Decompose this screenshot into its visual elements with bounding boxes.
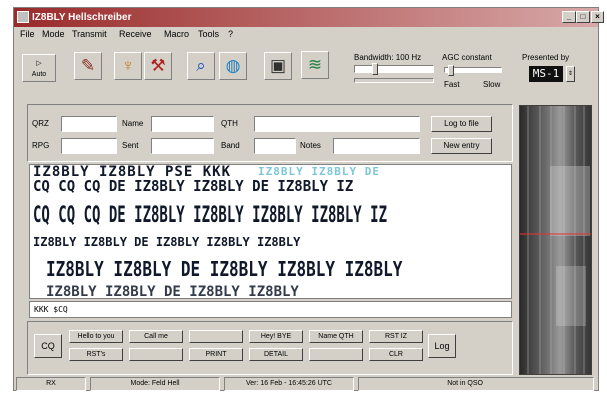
rpg-field[interactable] <box>61 138 117 154</box>
menu-mode[interactable]: Mode <box>42 29 65 39</box>
menu-bar: File Mode Transmit Receive Macro Tools ? <box>14 28 598 42</box>
macro-detail[interactable]: DETAIL <box>249 348 303 361</box>
menu-file[interactable]: File <box>20 29 35 39</box>
window-title: IZ8BLY Hellschreiber <box>32 12 132 23</box>
camera-icon[interactable]: ▣ <box>264 52 292 80</box>
receive-line-6: IZ8BLY IZ8BLY DE IZ8BLY IZ8BLY <box>46 284 299 299</box>
receive-line-1-overlay: IZ8BLY IZ8BLY DE <box>258 165 380 178</box>
macro-slot-11[interactable] <box>309 348 363 361</box>
notes-field[interactable] <box>333 138 420 154</box>
menu-help[interactable]: ? <box>228 29 233 39</box>
bandwidth-slider[interactable] <box>354 65 434 73</box>
qth-label: QTH <box>221 119 238 128</box>
receive-area[interactable]: IZ8BLY IZ8BLY PSE KKK IZ8BLY IZ8BLY DE C… <box>29 164 512 299</box>
menu-receive[interactable]: Receive <box>119 29 152 39</box>
preset-display: MS-1 <box>529 66 563 82</box>
qth-field[interactable] <box>254 116 420 132</box>
menu-macro[interactable]: Macro <box>164 29 189 39</box>
menu-transmit[interactable]: Transmit <box>72 29 107 39</box>
auto-label: Auto <box>31 71 47 78</box>
bandwidth-label: Bandwidth: 100 Hz <box>354 53 422 62</box>
sent-field[interactable] <box>151 138 214 154</box>
waterfall-display[interactable] <box>519 105 592 375</box>
maximize-button[interactable]: □ <box>576 11 590 23</box>
rpg-label: RPG <box>32 141 50 150</box>
cq-button[interactable]: CQ <box>34 334 62 358</box>
macro-name-qth[interactable]: Name QTH <box>309 330 363 343</box>
waterfall-graphic <box>520 106 591 374</box>
name-label: Name <box>122 119 144 128</box>
bandwidth-ticks <box>354 78 434 83</box>
menu-tools[interactable]: Tools <box>198 29 219 39</box>
receive-line-1: IZ8BLY IZ8BLY PSE KKK <box>33 164 232 180</box>
agc-fast-label: Fast <box>444 80 460 89</box>
pencil-icon[interactable]: ✎ <box>74 52 102 80</box>
qrz-label: QRZ <box>32 119 49 128</box>
receive-line-4: IZ8BLY IZ8BLY DE IZ8BLY IZ8BLY IZ8BLY <box>33 235 301 249</box>
macro-rst-iz[interactable]: RST IZ <box>369 330 423 343</box>
band-label: Band <box>221 141 240 150</box>
macro-print[interactable]: PRINT <box>189 348 243 361</box>
macro-slot-8[interactable] <box>129 348 183 361</box>
macro-call-me[interactable]: Call me <box>129 330 183 343</box>
agc-slow-label: Slow <box>483 80 501 89</box>
receive-line-3: CQ CQ CQ DE IZ8BLY IZ8BLY IZ8BLY IZ8BLY … <box>33 203 388 229</box>
receive-line-2: CQ CQ CQ DE IZ8BLY IZ8BLY DE IZ8BLY IZ <box>33 178 354 196</box>
band-field[interactable] <box>254 138 296 154</box>
globe-icon[interactable]: ◍ <box>219 52 247 80</box>
name-field[interactable] <box>151 116 214 132</box>
status-qso: Not in QSO <box>358 377 594 391</box>
macro-rsts[interactable]: RST's <box>69 348 123 361</box>
new-entry-button[interactable]: New entry <box>431 138 492 154</box>
preset-spin-icon[interactable]: ⇕ <box>566 66 575 82</box>
notes-label: Notes <box>300 141 321 150</box>
tools-icon[interactable]: ⚒ <box>144 52 172 80</box>
macro-hello-to-you[interactable]: Hello to you <box>69 330 123 343</box>
log-button[interactable]: Log <box>428 334 456 358</box>
app-icon <box>17 11 29 23</box>
macro-hey-bye[interactable]: Hey! BYE <box>249 330 303 343</box>
graph-icon[interactable]: ≋ <box>301 51 329 79</box>
minimize-button[interactable]: _ <box>562 11 576 23</box>
agc-slider-thumb[interactable] <box>448 65 454 76</box>
sent-label: Sent <box>122 141 139 150</box>
receive-line-5: IZ8BLY IZ8BLY DE IZ8BLY IZ8BLY IZ8BLY <box>46 257 403 281</box>
main-window: IZ8BLY Hellschreiber _ □ × File Mode Tra… <box>13 7 604 391</box>
transmit-input[interactable]: KKK $CQ <box>29 301 512 318</box>
status-time: Ver: 16 Feb - 16:45:26 UTC <box>224 377 354 391</box>
agc-label: AGC constant <box>442 53 492 62</box>
status-rx: RX <box>16 377 86 391</box>
status-mode: Mode: Feld Hell <box>90 377 220 391</box>
preset-label: Presented by <box>522 53 570 62</box>
search-icon[interactable]: ⌕ <box>187 52 215 80</box>
title-bar: IZ8BLY Hellschreiber _ □ × <box>14 8 604 27</box>
macro-clr[interactable]: CLR <box>369 348 423 361</box>
bandwidth-slider-thumb[interactable] <box>372 63 378 75</box>
qrz-field[interactable] <box>61 116 117 132</box>
auto-arrow-icon: ▷ <box>36 60 42 67</box>
log-to-file-button[interactable]: Log to file <box>431 116 492 132</box>
macro-slot-3[interactable] <box>189 330 243 343</box>
tuning-icon[interactable]: ♆ <box>114 52 142 80</box>
close-button[interactable]: × <box>591 11 604 23</box>
auto-button[interactable]: ▷ Auto <box>22 54 56 82</box>
